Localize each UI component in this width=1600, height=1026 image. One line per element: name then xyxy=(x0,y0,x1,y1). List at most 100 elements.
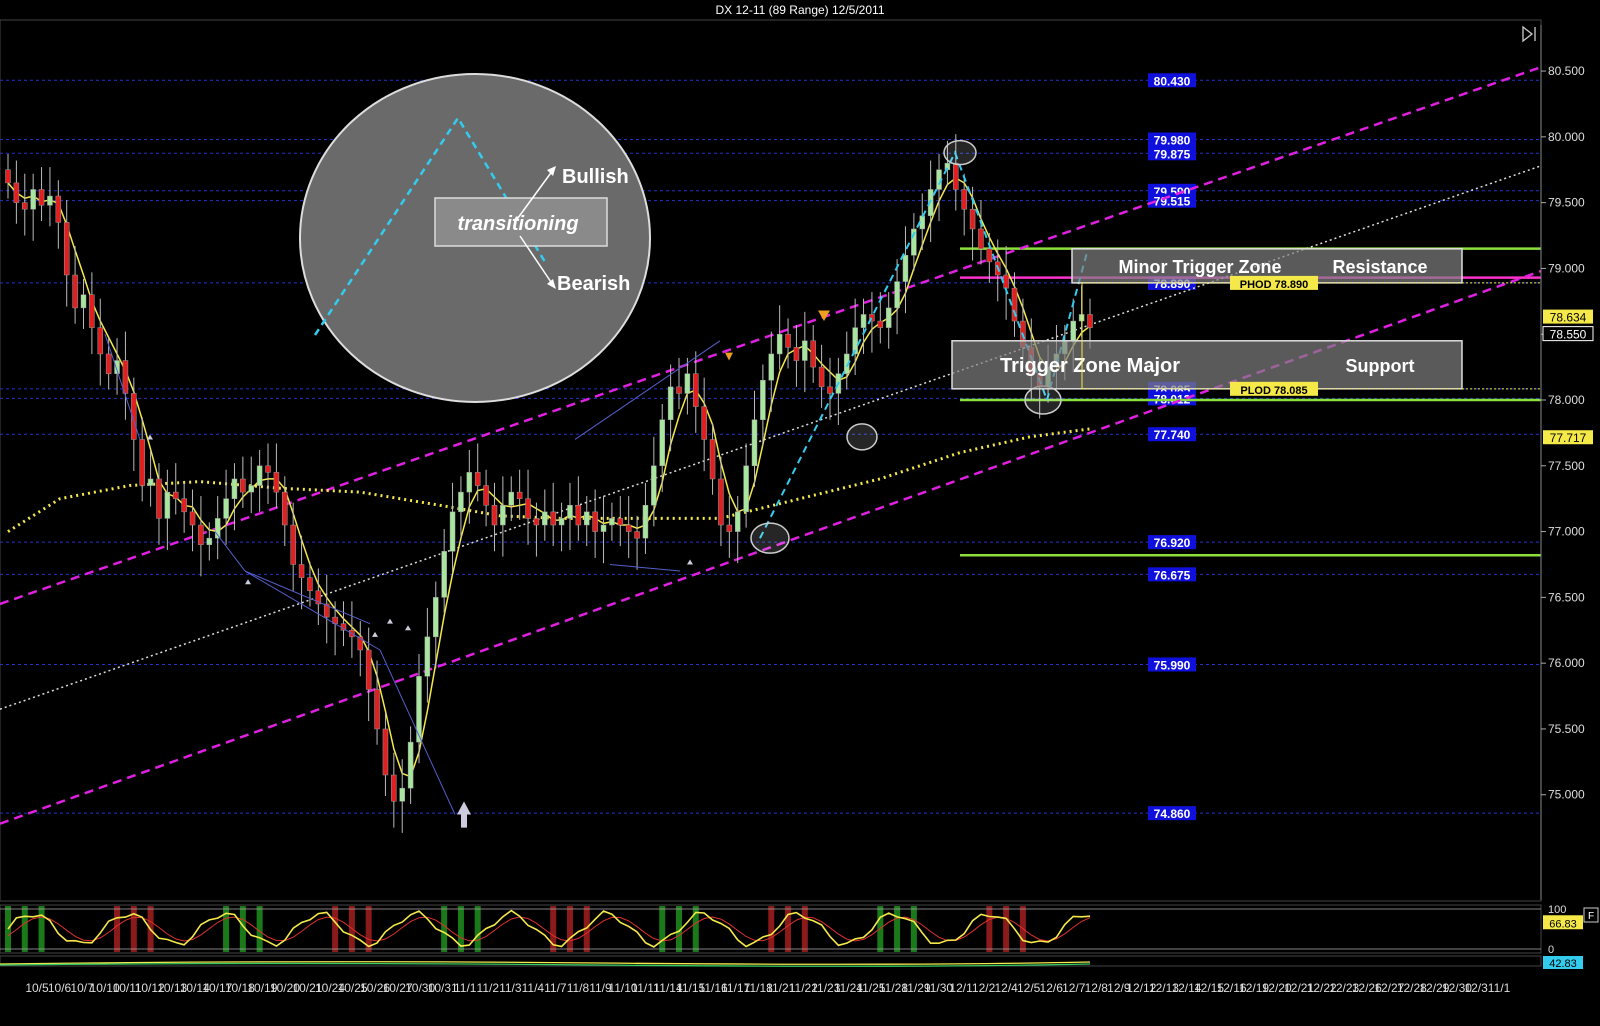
y-tick-label: 77.000 xyxy=(1548,525,1585,539)
candlestick-chart[interactable]: 80.43079.98079.87579.59079.51578.89078.0… xyxy=(0,0,1600,1026)
candle-down xyxy=(282,491,288,526)
candle-down xyxy=(1003,274,1009,289)
osc-bar xyxy=(894,906,901,952)
candle-down xyxy=(374,689,380,730)
osc-bar xyxy=(1003,906,1010,952)
candle-down xyxy=(516,491,523,499)
price-badge: 78.634 xyxy=(1550,311,1587,325)
level-label: 75.990 xyxy=(1154,658,1191,672)
osc-bar xyxy=(659,906,666,952)
x-tick-label: 12/6 xyxy=(1040,981,1064,995)
candle-down xyxy=(63,222,70,276)
y-tick-label: 75.000 xyxy=(1548,788,1585,802)
candle-down xyxy=(533,518,540,526)
x-tick-label: 10/5 xyxy=(25,981,49,995)
candle-down xyxy=(22,202,28,210)
price-badge: 77.717 xyxy=(1550,431,1587,445)
candle-up xyxy=(206,537,213,545)
f-button[interactable]: F xyxy=(1583,907,1599,923)
level-label: 76.920 xyxy=(1154,536,1191,550)
candle-down xyxy=(365,649,372,690)
candle-down xyxy=(793,347,800,361)
candle-up xyxy=(860,314,867,328)
candle-up xyxy=(684,373,691,394)
tag-label: PLOD 78.085 xyxy=(1240,385,1307,397)
candle-down xyxy=(189,511,196,526)
candle-down xyxy=(97,327,104,355)
candle-down xyxy=(382,728,389,776)
x-tick-label: 11/1 xyxy=(454,981,477,995)
candle-up xyxy=(734,511,741,532)
candle-down xyxy=(181,498,187,513)
osc-tick-100: 100 xyxy=(1548,904,1566,916)
osc-bar xyxy=(474,906,481,952)
candle-down xyxy=(525,498,531,519)
price-badge: 78.550 xyxy=(1550,328,1587,342)
candle-up xyxy=(433,597,439,638)
candle-up xyxy=(80,294,87,309)
osc-tick-0: 0 xyxy=(1548,944,1554,956)
candle-down xyxy=(1087,314,1093,328)
candle-down xyxy=(676,386,682,394)
candle-down xyxy=(265,465,271,473)
candle-up xyxy=(902,255,909,282)
candle-up xyxy=(567,505,573,519)
candle-up xyxy=(659,419,665,467)
inset-diagram: transitioning Bullish Bearish xyxy=(299,73,651,403)
x-tick-label: 12/5 xyxy=(1017,981,1041,995)
price-panel xyxy=(0,19,1542,902)
y-tick-label: 78.000 xyxy=(1548,393,1585,407)
candle-up xyxy=(231,478,238,499)
osc-bar xyxy=(768,906,775,952)
osc2-value: 42.83 xyxy=(1549,958,1577,970)
candle-down xyxy=(818,366,825,388)
y-axis: 80.50080.00079.50079.00078.50078.00077.5… xyxy=(1540,25,1594,900)
candle-up xyxy=(558,518,565,526)
candle-down xyxy=(592,511,598,532)
candle-up xyxy=(407,741,414,789)
osc-bar xyxy=(21,906,28,952)
level-label: 79.980 xyxy=(1154,133,1191,147)
candle-down xyxy=(173,491,179,499)
candle-down xyxy=(978,228,984,249)
candle-down xyxy=(156,478,162,519)
candle-up xyxy=(1070,320,1076,342)
candle-down xyxy=(718,478,724,526)
candle-down xyxy=(290,524,296,565)
candle-down xyxy=(483,485,489,506)
candle-up xyxy=(894,281,900,309)
candle-down xyxy=(953,162,959,190)
zone-side-label: Resistance xyxy=(1332,257,1427,277)
x-tick-label: 10/6 xyxy=(48,981,72,995)
oscillator-panel: 100 0 66.83 F 42.83 xyxy=(0,904,1599,970)
zone-side-label: Support xyxy=(1346,356,1415,376)
candle-up xyxy=(248,485,254,493)
candle-up xyxy=(466,472,473,493)
x-tick-label: 12/1 xyxy=(949,981,973,995)
candle-up xyxy=(449,511,456,552)
x-tick-label: 12/2 xyxy=(972,981,996,995)
candle-up xyxy=(642,505,649,539)
x-tick-label: 1/1 xyxy=(1494,981,1511,995)
zone-label: Minor Trigger Zone xyxy=(1118,257,1281,277)
y-tick-label: 76.500 xyxy=(1548,590,1585,604)
candle-down xyxy=(307,577,313,592)
highlight-circle xyxy=(1024,385,1062,415)
candle-up xyxy=(542,511,548,526)
candle-up xyxy=(424,636,431,677)
candle-up xyxy=(164,491,171,519)
x-tick-label: 12/4 xyxy=(994,981,1018,995)
candle-down xyxy=(5,169,11,184)
candle-down xyxy=(105,353,112,374)
candle-up xyxy=(500,505,506,526)
level-label: 74.860 xyxy=(1154,807,1191,821)
x-tick-label: 11/8 xyxy=(567,981,590,995)
highlight-circle xyxy=(943,139,977,166)
candle-down xyxy=(13,182,20,203)
x-tick-label: 11/3 xyxy=(499,981,522,995)
level-label: 79.875 xyxy=(1154,147,1191,161)
x-tick-label: 12/31 xyxy=(1464,981,1494,995)
candle-down xyxy=(298,564,305,578)
osc-bar xyxy=(785,906,792,952)
candle-down xyxy=(625,524,632,532)
